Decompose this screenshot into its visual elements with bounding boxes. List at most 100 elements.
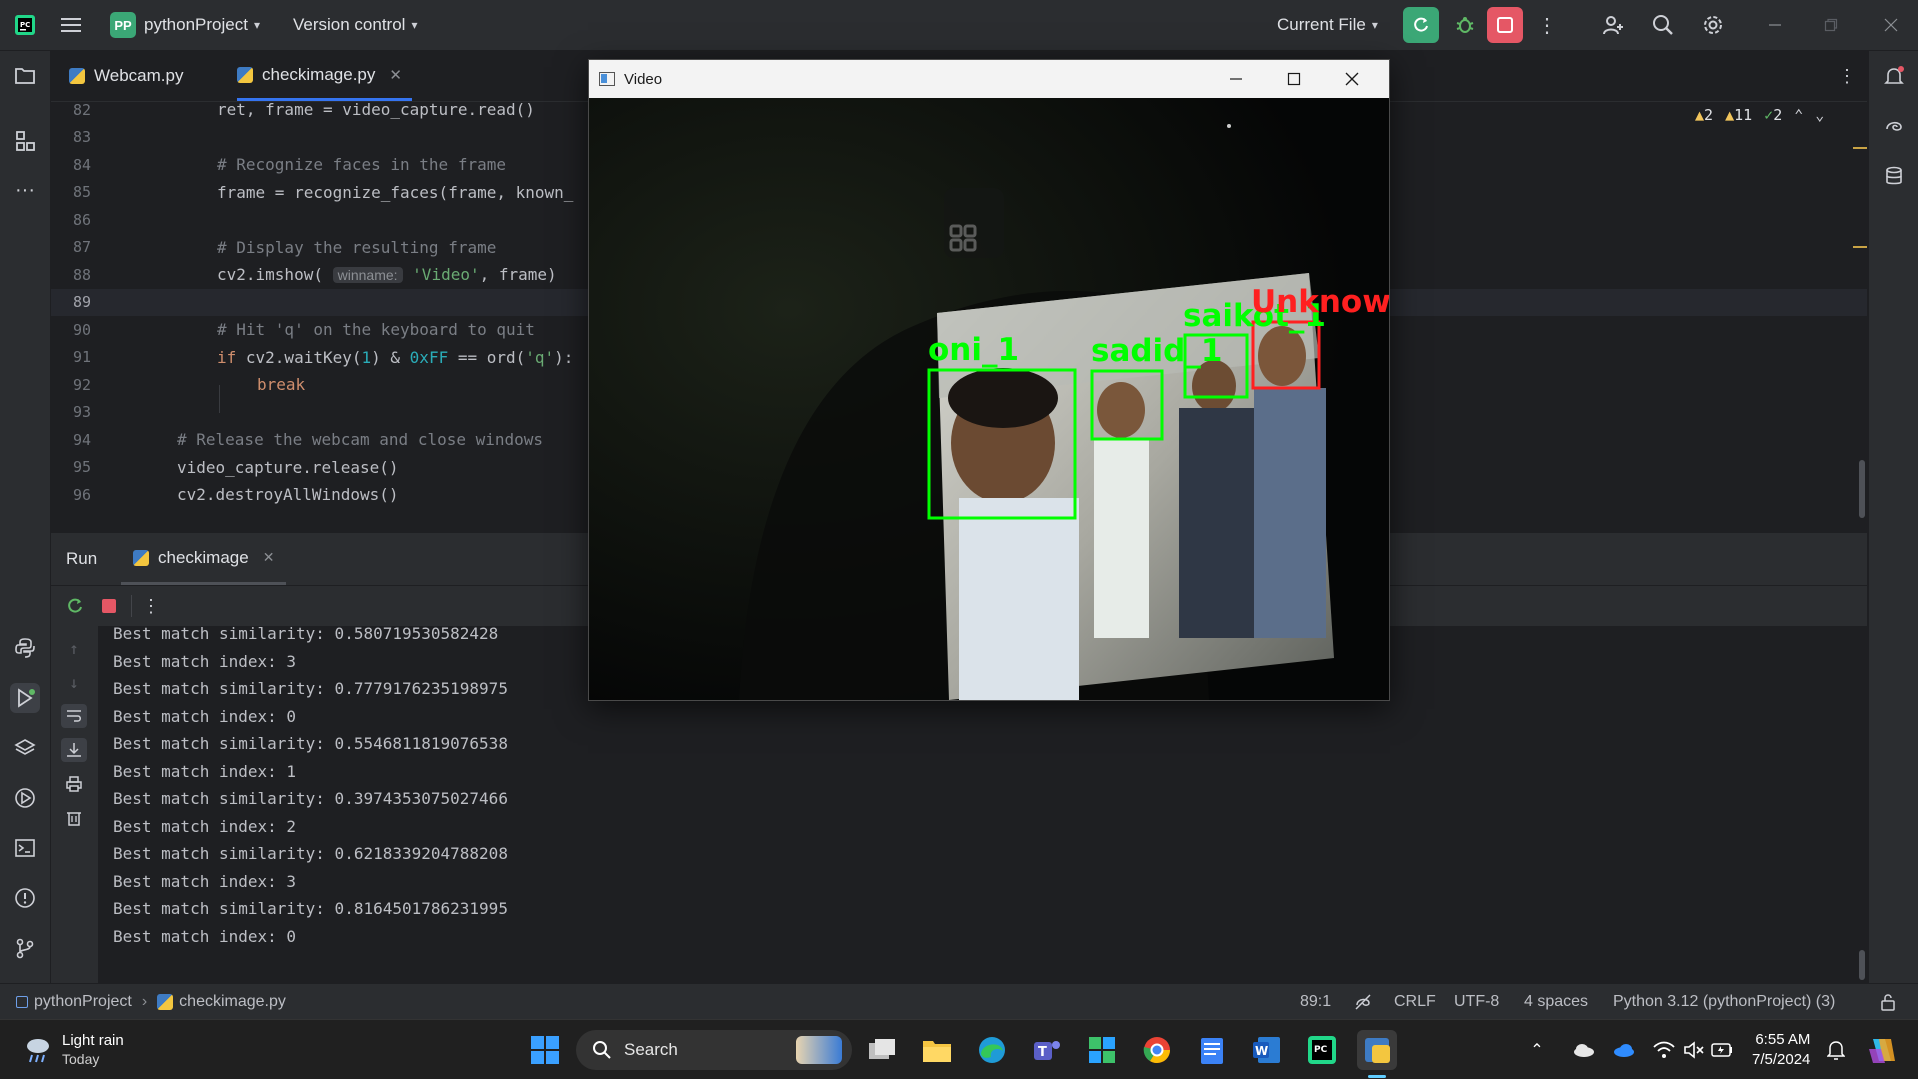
search-icon[interactable] [1648,10,1678,40]
console-line: Best match similarity: 0.554681181907653… [113,734,508,753]
word-icon[interactable]: W [1247,1030,1287,1070]
ai-assistant-icon[interactable] [1879,111,1909,141]
wifi-icon[interactable] [1650,1030,1678,1070]
python-interpreter[interactable]: Python 3.12 (pythonProject) (3) [1613,984,1835,1020]
chevron-up-icon[interactable]: ⌃ [1525,1030,1549,1070]
minimize-icon[interactable] [1229,72,1243,86]
volume-muted-icon[interactable] [1680,1030,1708,1070]
tab-options-icon[interactable]: ⋮ [1837,63,1857,89]
tab-webcam[interactable]: Webcam.py [69,51,183,101]
video-window-titlebar[interactable]: Video [589,60,1389,98]
inspection-off-icon[interactable] [1354,984,1372,1020]
console-scrollbar[interactable] [1859,950,1865,980]
start-button[interactable] [525,1030,565,1070]
arrow-up-icon[interactable]: ↑ [61,636,87,660]
svg-text:T: T [1038,1045,1047,1060]
tab-checkimage[interactable]: checkimage.py ✕ [237,51,412,101]
status-bar: pythonProject › checkimage.py 89:1 CRLF … [0,983,1918,1020]
line-number: 92 [72,375,91,394]
run-config-selector[interactable]: Current File ▾ [1277,0,1378,50]
services-icon[interactable] [10,783,40,813]
edge-browser-icon[interactable] [972,1030,1012,1070]
more-tools-icon[interactable]: ··· [10,175,40,205]
battery-icon[interactable] [1708,1030,1736,1070]
code-text: frame = recognize_faces(frame, known_ [217,182,574,202]
more-actions-icon[interactable]: ⋮ [139,594,163,618]
chevron-up-icon[interactable]: ⌃ [1794,106,1803,124]
copilot-icon[interactable] [1862,1030,1902,1070]
code-comment: # Hit 'q' on the keyboard to quit [217,320,535,340]
terminal-icon[interactable] [10,833,40,863]
debug-icon[interactable] [1450,10,1480,40]
run-tab-checkimage[interactable]: checkimage ✕ [121,533,287,585]
weather-widget[interactable]: Light rain Today [22,1028,124,1072]
structure-icon[interactable] [10,126,40,156]
editor-scrollbar[interactable] [1859,460,1865,518]
rerun-icon[interactable] [63,594,87,618]
vcs-widget[interactable]: Version control ▾ [293,0,417,50]
breadcrumb-file[interactable]: checkimage.py [179,993,286,1011]
taskbar-search[interactable]: Search [576,1030,852,1070]
clock[interactable]: 6:55 AM 7/5/2024 [1752,1030,1810,1070]
code-text: video_capture.release() [177,457,399,477]
search-icon [593,1041,611,1059]
minimize-icon[interactable] [1760,10,1790,40]
close-tab-icon[interactable]: ✕ [263,549,275,566]
notifications-bell-icon[interactable] [1879,61,1909,91]
app-window-icon [599,72,615,86]
file-encoding[interactable]: UTF-8 [1454,984,1499,1020]
caret-position[interactable]: 89:1 [1300,984,1331,1020]
project-widget[interactable]: PP pythonProject ▾ [110,0,260,50]
inspection-widget[interactable]: ▲2 ▲11 ✓2 ⌃ ⌄ [1695,106,1824,124]
chevron-down-icon[interactable]: ⌄ [1815,106,1824,124]
database-icon[interactable] [1879,161,1909,191]
rerun-button[interactable] [1403,7,1439,43]
pycharm-taskbar-icon[interactable]: PC [1302,1030,1342,1070]
trash-icon[interactable] [61,806,87,830]
line-separator[interactable]: CRLF [1394,984,1436,1020]
soft-wrap-icon[interactable] [61,704,87,728]
console-line: Best match similarity: 0.621833920478820… [113,844,508,863]
close-icon[interactable] [1876,10,1906,40]
windows-taskbar: Light rain Today Search T W PC ⌃ 6:55 AM… [0,1019,1918,1079]
python-console-icon[interactable] [10,633,40,663]
layers-icon[interactable] [10,733,40,763]
notepad-icon[interactable] [1192,1030,1232,1070]
close-icon[interactable] [1345,72,1359,86]
indent-setting[interactable]: 4 spaces [1524,984,1588,1020]
cloud-icon[interactable] [1570,1030,1598,1070]
breadcrumb-project[interactable]: pythonProject [34,993,132,1011]
unlock-icon[interactable] [1880,984,1896,1020]
task-view-icon[interactable] [862,1030,902,1070]
arrow-down-icon[interactable]: ↓ [61,670,87,694]
code-comment: # Display the resulting frame [217,237,497,257]
scroll-to-end-icon[interactable] [61,738,87,762]
line-number: 84 [72,155,91,174]
chrome-icon[interactable] [1137,1030,1177,1070]
maximize-icon[interactable] [1287,72,1301,86]
restore-icon[interactable] [1816,10,1846,40]
line-number: 87 [72,238,91,257]
print-icon[interactable] [61,772,87,796]
onedrive-icon[interactable] [1610,1030,1638,1070]
notification-bell-icon[interactable] [1822,1030,1850,1070]
stop-button[interactable] [1487,7,1523,43]
close-tab-icon[interactable]: ✕ [389,66,402,84]
more-actions-icon[interactable]: ⋮ [1535,10,1559,40]
stop-icon[interactable] [97,594,121,618]
line-number: 91 [72,348,91,367]
add-user-icon[interactable] [1598,10,1628,40]
widgets-app-icon[interactable] [1082,1030,1122,1070]
project-folder-icon[interactable] [10,61,40,91]
python-taskbar-icon[interactable] [1357,1030,1397,1070]
main-menu-icon[interactable] [58,12,84,38]
settings-gear-icon[interactable] [1698,10,1728,40]
line-number: 83 [72,128,91,147]
video-window[interactable]: Video oni_1 sadid_1 saikot_1 Unknow [588,59,1413,701]
teams-icon[interactable]: T [1027,1030,1067,1070]
project-badge: PP [110,12,136,38]
git-branch-icon[interactable] [10,933,40,963]
run-tool-icon[interactable] [10,683,40,713]
problems-icon[interactable] [10,883,40,913]
file-explorer-icon[interactable] [917,1030,957,1070]
